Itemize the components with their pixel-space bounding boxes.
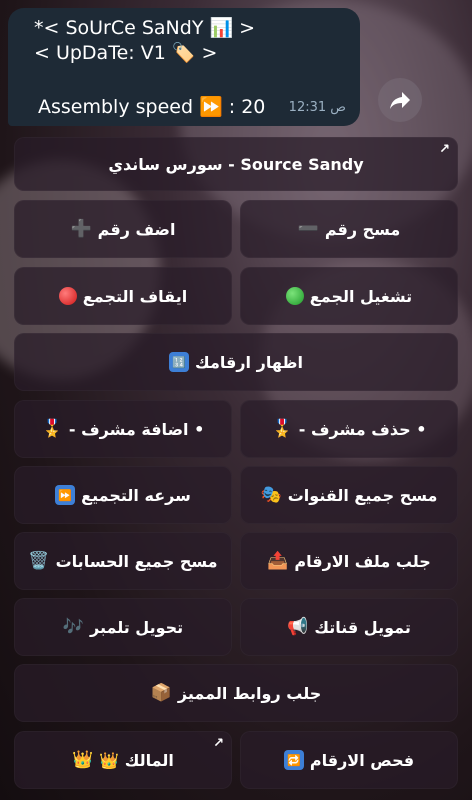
remove-admin-button[interactable]: 🎖️ - حذف مشرف •	[240, 400, 458, 458]
button-label: مسح جميع القنوات	[287, 485, 438, 505]
button-label: جلب روابط المميز	[177, 683, 322, 703]
start-collect-button[interactable]: تشغيل الجمع	[240, 267, 458, 325]
button-label: اضف رقم	[97, 219, 176, 239]
check-numbers-button[interactable]: 🔁 فحص الارقام	[240, 731, 458, 789]
button-label: مسح رقم	[324, 219, 401, 239]
add-admin-button[interactable]: 🎖️ - اضافة مشرف •	[14, 400, 232, 458]
theater-masks-icon: 🎭	[260, 484, 282, 505]
package-icon: 📦	[150, 682, 172, 703]
numbers-icon: 🔢	[169, 352, 190, 372]
show-numbers-button[interactable]: 🔢 اظهار ارقامك	[14, 333, 458, 391]
outbox-tray-icon: 📤	[267, 550, 289, 571]
button-label: اظهار ارقامك	[195, 352, 303, 372]
source-sandy-button[interactable]: سورس ساندي - Source Sandy ↗	[14, 137, 458, 191]
crown-icon: 👑	[72, 749, 94, 770]
button-label: فحص الارقام	[309, 750, 415, 770]
button-label: - اضافة مشرف •	[68, 419, 205, 439]
minus-icon: ➖	[297, 218, 319, 239]
message-line-1: *< SoUrCe SaNdY 📊 >	[34, 17, 256, 39]
fetch-numbers-file-button[interactable]: 📤 جلب ملف الارقام	[240, 532, 458, 590]
fast-forward-icon: ⏩	[55, 485, 76, 505]
button-label: - حذف مشرف •	[298, 419, 427, 439]
button-label: جلب ملف الارقام	[294, 551, 431, 571]
message-bubble: *< SoUrCe SaNdY 📊 > < UpDaTe: V1 🏷️ > As…	[8, 8, 360, 126]
plus-icon: ➕	[70, 218, 92, 239]
button-label: مسح جميع الحسابات	[55, 551, 218, 571]
delete-all-channels-button[interactable]: 🎭 مسح جميع القنوات	[240, 466, 458, 524]
external-link-icon: ↗	[213, 736, 224, 751]
external-link-icon: ↗	[439, 142, 450, 157]
fetch-premium-links-button[interactable]: 📦 جلب روابط المميز	[14, 664, 458, 722]
wastebasket-icon: 🗑️	[28, 550, 50, 571]
button-label: تحويل تلمبر	[89, 617, 184, 637]
loudspeaker-icon: 📢	[287, 616, 309, 637]
share-button[interactable]	[378, 78, 422, 122]
delete-number-button[interactable]: ➖ مسح رقم	[240, 200, 458, 258]
assembly-speed-text: Assembly speed ⏩ : 20	[38, 96, 266, 118]
button-label: تشغيل الجمع	[309, 286, 413, 306]
button-label: سورس ساندي - Source Sandy	[108, 154, 364, 174]
delete-all-accounts-button[interactable]: 🗑️ مسح جميع الحسابات	[14, 532, 232, 590]
button-label: 👑 المالك	[99, 750, 174, 770]
medal-icon: 🎖️	[41, 418, 63, 439]
button-label: تمويل قناتك	[314, 617, 411, 637]
button-label: ايقاف التجمع	[82, 286, 188, 306]
owner-button[interactable]: 👑 👑 المالك ↗	[14, 731, 232, 789]
add-number-button[interactable]: ➕ اضف رقم	[14, 200, 232, 258]
share-arrow-icon	[390, 92, 410, 109]
button-label: سرعه التجميع	[81, 485, 191, 505]
fund-channel-button[interactable]: 📢 تمويل قناتك	[240, 598, 458, 656]
music-notes-icon: 🎶	[62, 616, 84, 637]
stop-collect-button[interactable]: ايقاف التجمع	[14, 267, 232, 325]
convert-tumbler-button[interactable]: 🎶 تحويل تلمبر	[14, 598, 232, 656]
green-circle-icon	[285, 287, 304, 305]
message-timestamp: 12:31 ص	[288, 100, 346, 115]
medal-icon: 🎖️	[271, 418, 293, 439]
red-circle-icon	[58, 287, 77, 305]
collect-speed-button[interactable]: ⏩ سرعه التجميع	[14, 466, 232, 524]
repeat-icon: 🔁	[283, 750, 304, 770]
message-line-2: < UpDaTe: V1 🏷️ >	[34, 42, 218, 64]
